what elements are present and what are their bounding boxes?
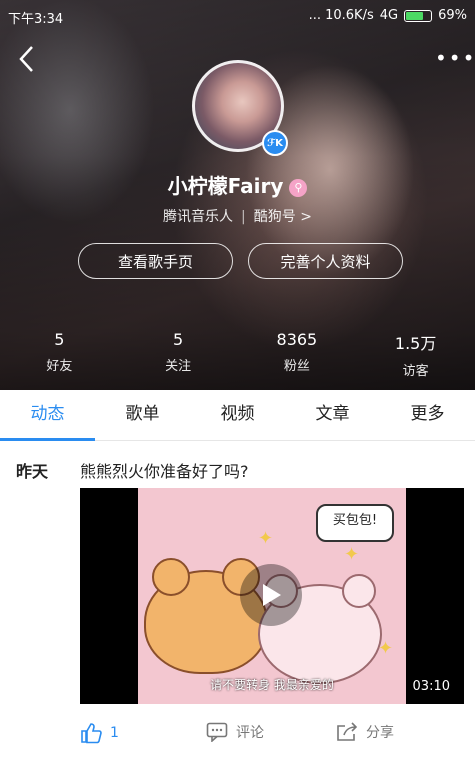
stat-value: 5: [173, 330, 184, 349]
tab-videos[interactable]: 视频: [190, 390, 285, 440]
play-icon: [263, 584, 281, 606]
more-menu-button[interactable]: •••: [435, 46, 474, 70]
tab-articles[interactable]: 文章: [285, 390, 380, 440]
sparkle-icon: ✦: [344, 544, 360, 565]
stat-label: 关注: [165, 359, 192, 374]
sparkle-icon: ✦: [378, 638, 394, 659]
play-button[interactable]: [240, 564, 302, 626]
stat-fans[interactable]: 8365 粉丝: [238, 330, 357, 379]
stat-label: 好友: [46, 359, 73, 374]
role-label: 腾讯音乐人: [163, 209, 234, 225]
battery-percent: 69%: [438, 8, 467, 23]
tab-playlists[interactable]: 歌单: [95, 390, 190, 440]
stats-row: 5 好友 5 关注 8365 粉丝 1.5万 访客: [0, 330, 475, 379]
status-right: ... 10.6K/s 4G 69%: [309, 8, 467, 23]
vip-icon: ⚲: [289, 178, 308, 197]
stat-friends[interactable]: 5 好友: [0, 330, 119, 379]
stat-value: 5: [54, 330, 65, 349]
thumbs-up-icon: [81, 723, 102, 744]
battery-icon: [404, 9, 433, 22]
like-count: 1: [110, 725, 119, 741]
separator: |: [241, 209, 246, 225]
comment-label: 评论: [236, 725, 264, 741]
stat-label: 粉丝: [283, 359, 310, 374]
sparkle-icon: ✦: [258, 528, 274, 549]
status-bar: 下午3:34 ... 10.6K/s 4G 69%: [0, 0, 475, 30]
badge-label: ℱK: [267, 137, 283, 149]
status-time: 下午3:34: [8, 12, 64, 27]
back-button[interactable]: [16, 44, 38, 74]
post-date: 昨天: [16, 462, 49, 481]
more-dots-icon: •••: [435, 46, 475, 70]
view-singer-page-button[interactable]: 查看歌手页: [78, 243, 233, 279]
view-singer-page-label: 查看歌手页: [117, 252, 193, 271]
stat-value: 1.5万: [394, 334, 437, 353]
stat-label: 访客: [402, 364, 429, 379]
comment-button[interactable]: 评论: [206, 722, 264, 742]
video-duration: 03:10: [412, 679, 450, 694]
back-arrow-icon: [19, 46, 33, 72]
video-thumbnail[interactable]: 买包包! ✦ ✦ ✦ 请不要转身 我最亲爱的 03:10: [80, 488, 464, 704]
speech-bubble: 买包包!: [316, 504, 394, 542]
profile-name: 小柠檬Fairy ⚲: [0, 170, 475, 199]
share-label: 分享: [366, 725, 394, 741]
stat-value: 8365: [276, 330, 318, 349]
tab-bar: 动态 歌单 视频 文章 更多: [0, 390, 475, 441]
verified-badge-icon: ℱK: [262, 130, 288, 156]
complete-profile-button[interactable]: 完善个人资料: [248, 243, 403, 279]
profile-subtitle: 腾讯音乐人 | 酷狗号 >: [0, 206, 475, 226]
stat-visitors[interactable]: 1.5万 访客: [356, 330, 475, 379]
stat-following[interactable]: 5 关注: [119, 330, 238, 379]
complete-profile-label: 完善个人资料: [280, 252, 371, 271]
video-subtitle: 请不要转身 我最亲爱的: [210, 678, 334, 692]
post-text[interactable]: 熊熊烈火你准备好了吗?: [80, 458, 249, 482]
network-speed: ... 10.6K/s: [308, 8, 374, 23]
tab-more[interactable]: 更多: [380, 390, 475, 440]
like-button[interactable]: 1: [80, 722, 119, 744]
chevron-right-icon: >: [300, 209, 312, 225]
tab-feed[interactable]: 动态: [0, 390, 95, 441]
post-actions: 1 评论 分享: [80, 722, 464, 750]
signal-label: 4G: [379, 8, 399, 23]
kugou-link[interactable]: 酷狗号: [254, 209, 296, 225]
profile-name-text: 小柠檬Fairy: [167, 174, 284, 198]
comment-icon: [206, 722, 228, 742]
share-icon: [337, 722, 358, 741]
share-button[interactable]: 分享: [336, 722, 394, 742]
